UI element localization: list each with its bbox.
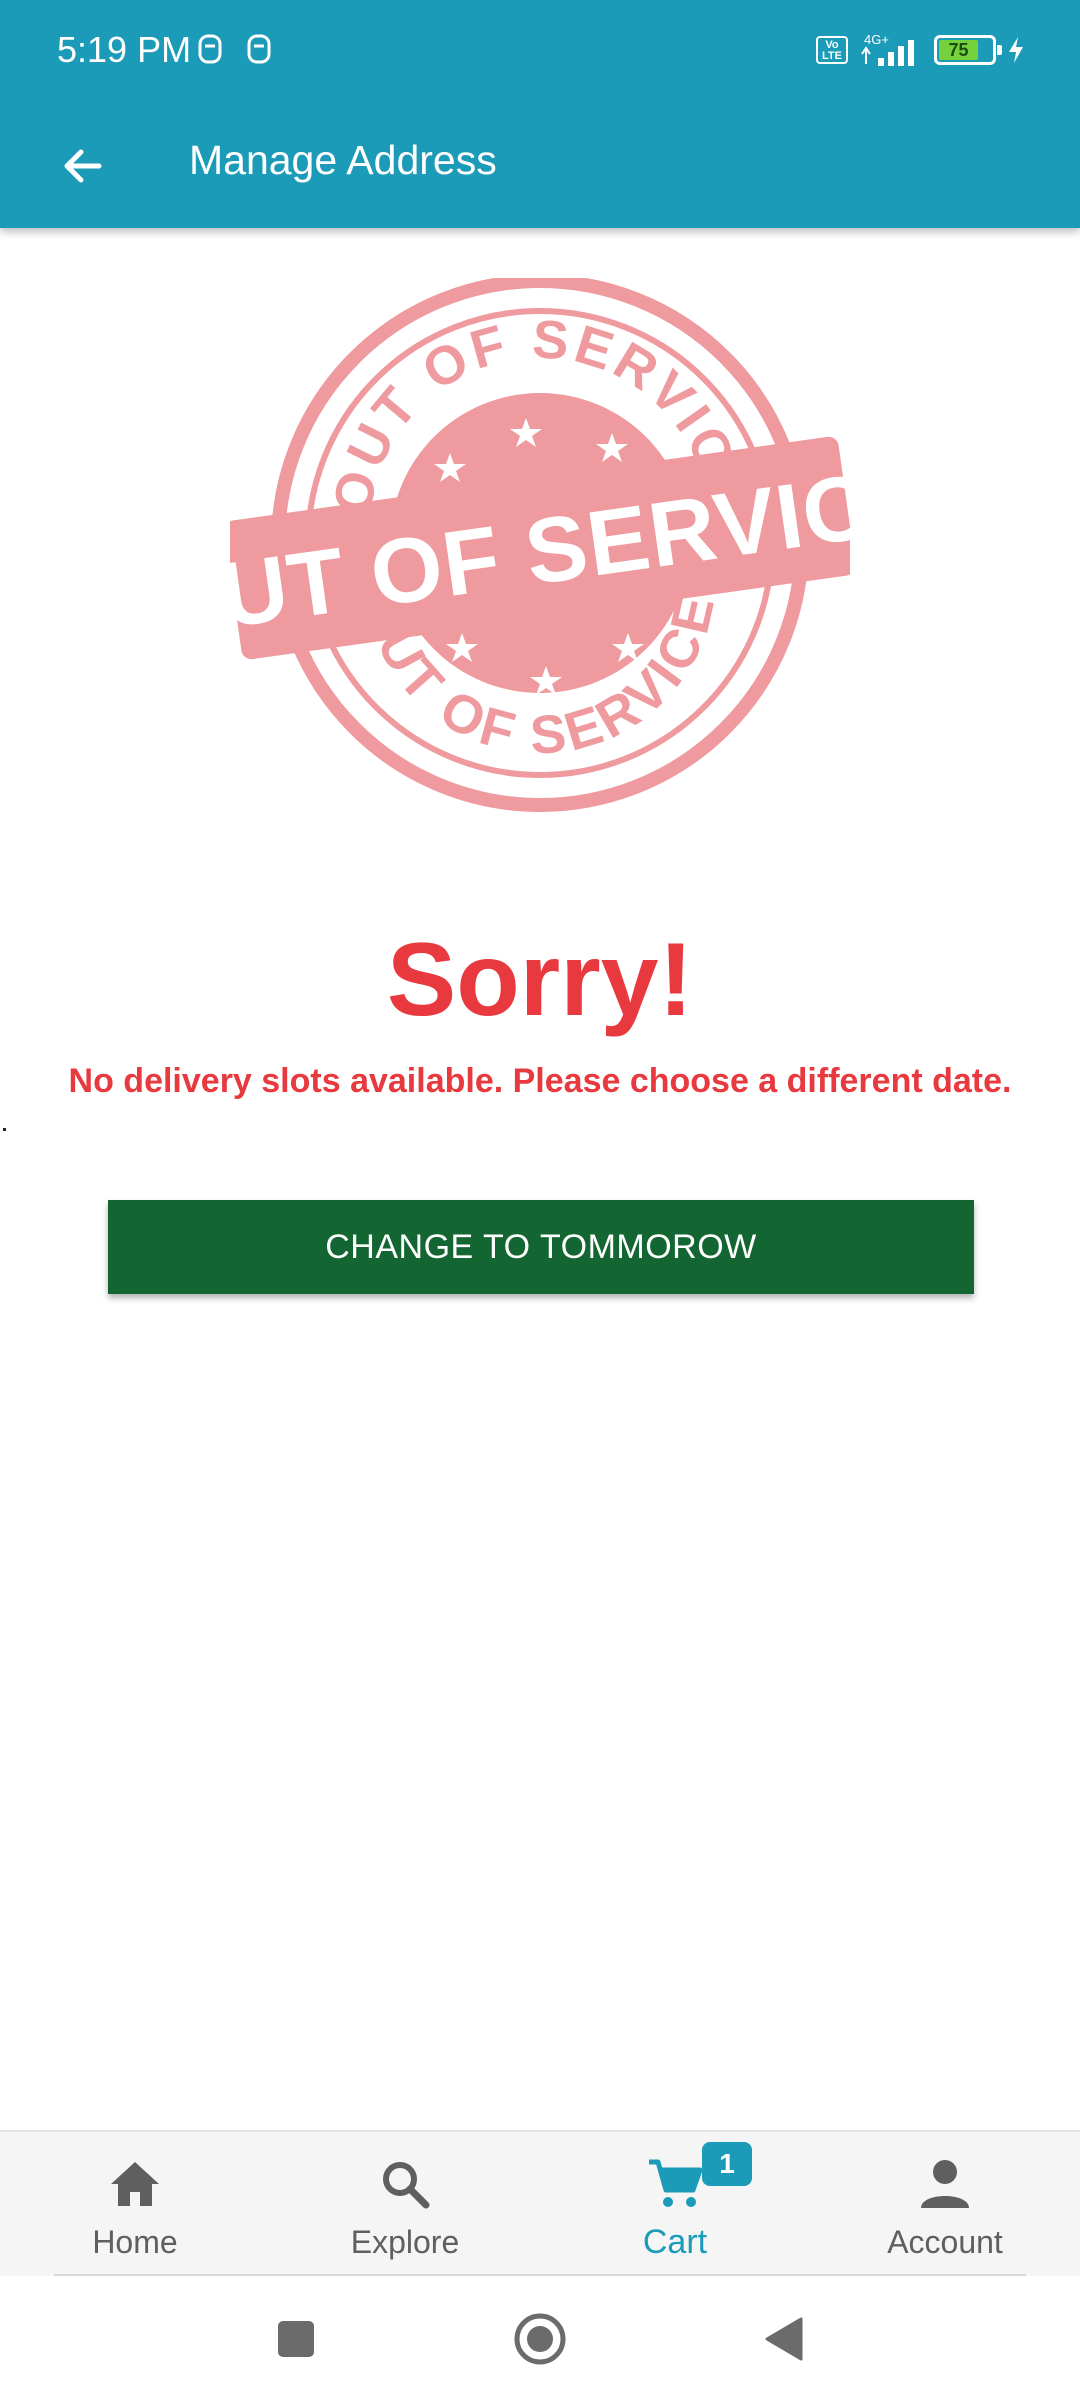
square-icon [278,2321,314,2357]
network-type-label: 4G+ [864,32,889,47]
change-to-tomorrow-button[interactable]: CHANGE TO TOMMOROW [108,1200,974,1294]
cart-icon [649,2159,703,2207]
nav-item-account[interactable]: Account [810,2132,1080,2276]
circle-icon [514,2313,566,2365]
notification-icon [198,34,222,64]
app-bar: Manage Address [0,100,1080,228]
search-icon [383,2162,430,2209]
battery-level: 75 [939,40,978,60]
sorry-title: Sorry! [386,922,694,1038]
page-title: Manage Address [189,137,497,183]
system-navigation-bar [0,2276,1080,2400]
nav-item-cart[interactable]: Cart 1 [540,2132,810,2276]
charging-icon [1009,37,1023,63]
nav-item-explore[interactable]: Explore [270,2132,540,2276]
home-system-button[interactable] [505,2304,575,2374]
header: 5:19 PM Vo LTE 4G+ 75 Manage Address [0,0,1080,228]
triangle-back-icon [765,2317,803,2361]
recents-button[interactable] [261,2304,331,2374]
bottom-navigation: Home Explore Cart 1 Account [0,2130,1080,2276]
status-time: 5:19 PM [57,29,192,70]
volte-icon: Vo LTE [816,36,848,64]
signal-icon: 4G+ [861,32,914,66]
nav-label-account: Account [887,2224,1003,2260]
notification-icon [247,34,271,64]
back-system-button[interactable] [748,2304,818,2374]
nav-label-home: Home [92,2224,178,2260]
nav-item-home[interactable]: Home [0,2132,270,2276]
cart-count-badge: 1 [702,2142,752,2186]
no-slots-message: No delivery slots available. Please choo… [68,1062,1012,1100]
battery-icon: 75 [934,35,1002,65]
nav-label-explore: Explore [350,2224,460,2260]
person-icon [921,2160,969,2208]
back-button[interactable] [40,126,126,206]
status-indicators: Vo LTE 4G+ 75 [816,30,1026,70]
home-icon [111,2162,159,2206]
stray-mark [3,1128,6,1131]
out-of-service-stamp: OUT OF SERVICE OUT OF SERVICE OUT OF SER… [143,274,938,818]
arrow-back-icon [64,149,102,183]
status-bar: 5:19 PM Vo LTE 4G+ 75 [0,0,1080,100]
nav-label-cart: Cart [642,2223,708,2261]
